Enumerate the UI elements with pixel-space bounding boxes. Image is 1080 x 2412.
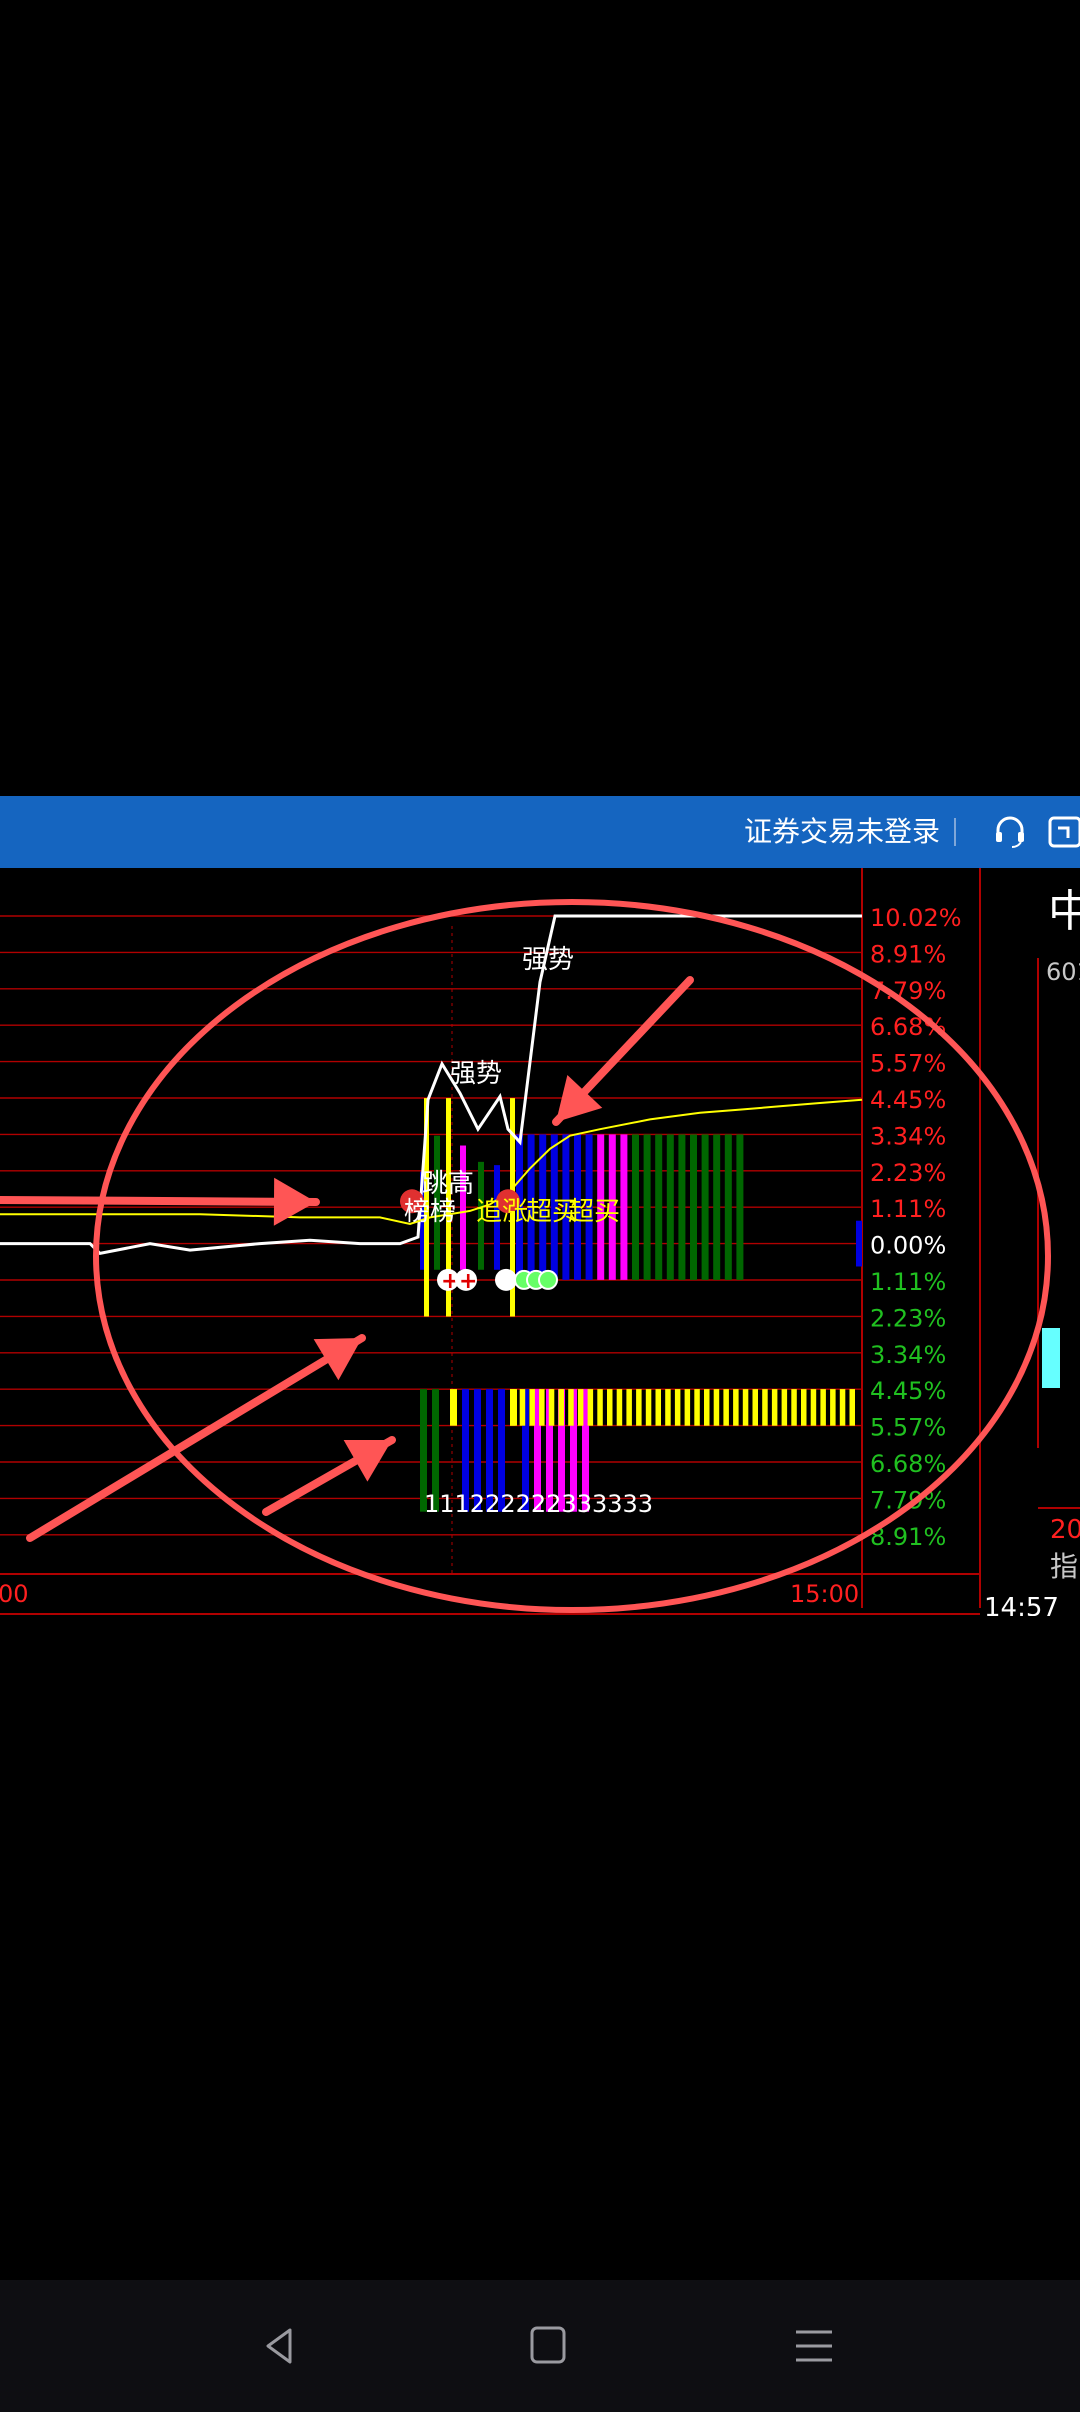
indicator-bar-yellow [704, 1389, 710, 1426]
indicator-bar-yellow [839, 1389, 846, 1426]
indicator-bar-yellow [655, 1389, 661, 1426]
headset-icon[interactable] [990, 812, 1030, 852]
axis-label-down: 1.11% [870, 1268, 946, 1296]
indicator-bar-yellow [694, 1389, 700, 1426]
indicator-bar-yellow [810, 1389, 817, 1426]
signal-bar [736, 1134, 744, 1280]
indicator-bar-yellow [548, 1389, 555, 1426]
indicator-bar-yellow [597, 1389, 603, 1426]
indicator-bar-yellow [616, 1389, 623, 1426]
indicator-bar-yellow [849, 1389, 855, 1426]
volume-bars [420, 1098, 862, 1512]
indicator-bar-yellow [781, 1389, 788, 1426]
menu-icon[interactable] [778, 2310, 850, 2382]
plus-marker-glyph: + [459, 1269, 477, 1294]
axis-label-up: 8.91% [870, 940, 946, 968]
indicator-bar-yellow [665, 1389, 671, 1426]
signal-bar [655, 1134, 663, 1280]
indicator-bar-yellow [645, 1389, 652, 1426]
login-status[interactable]: 证券交易未登录 [744, 810, 940, 854]
signal-bar [856, 1220, 862, 1267]
annotation-label: 强势 [450, 1059, 502, 1089]
axis-label-up: 4.45% [870, 1086, 946, 1114]
indicator-bar-yellow [568, 1389, 574, 1426]
header-divider [954, 818, 956, 846]
indicator-bar-yellow [636, 1389, 642, 1426]
signal-bar [643, 1134, 651, 1280]
signal-bar [460, 1145, 466, 1270]
indicator-bar-yellow [752, 1389, 758, 1426]
side-time: 14:57 [984, 1593, 1059, 1616]
axis-label-down: 2.23% [870, 1304, 946, 1332]
annotation-label: 追涨 [476, 1197, 528, 1227]
side-candle [1042, 1328, 1060, 1388]
arrow-up-right [26, 1334, 366, 1542]
stock-code: 601 [1046, 958, 1080, 986]
heart-marker [538, 1269, 558, 1290]
axis-label-down: 6.68% [870, 1450, 946, 1478]
indicator-bar-yellow [519, 1389, 526, 1426]
time-label-end: 15:00 [790, 1580, 859, 1608]
intraday-chart[interactable]: + + 10.02% 8.91% 7.79% 6.68% 5.57% 4.45% 3.34% 2… [0, 868, 1080, 1623]
indicator-bar-yellow [723, 1389, 729, 1426]
axis-label-down: 5.57% [870, 1414, 946, 1442]
indicator-bar-yellow [771, 1389, 778, 1426]
time-label-start: 00 [0, 1580, 29, 1608]
axis-label-up: 3.34% [870, 1122, 946, 1150]
indicator-bar-yellow [674, 1389, 681, 1426]
axis-label-up: 2.23% [870, 1159, 946, 1187]
indicator-bar-yellow [558, 1389, 564, 1426]
signal-bar [713, 1134, 721, 1280]
window-icon[interactable] [1046, 812, 1080, 852]
signal-bar [690, 1134, 697, 1280]
indicator-bar-yellow [791, 1389, 797, 1426]
axis-label-up: 10.02% [870, 904, 962, 932]
axis-label-down: 4.45% [870, 1377, 946, 1405]
axis-label-up: 1.11% [870, 1195, 946, 1223]
indicator-bar-yellow [684, 1389, 691, 1426]
side-value: 20 [1050, 1515, 1080, 1545]
home-icon[interactable] [512, 2310, 584, 2382]
axis-label-down: 3.34% [870, 1341, 946, 1369]
back-icon[interactable] [244, 2310, 316, 2382]
indicator-bar-yellow [713, 1389, 720, 1426]
axis-label-zero: 0.00% [870, 1232, 946, 1260]
signal-bar [666, 1134, 674, 1280]
side-label: 指 [1050, 1550, 1078, 1583]
axis-label-up: 7.79% [870, 977, 946, 1005]
signal-bar [678, 1134, 686, 1280]
stock-name-char: 中 [1048, 886, 1080, 937]
indicator-bar-yellow [626, 1389, 632, 1426]
indicator-bar-yellow [801, 1389, 807, 1426]
signal-bar [632, 1134, 639, 1280]
system-nav-bar [0, 2280, 1080, 2412]
signal-bar [620, 1134, 628, 1280]
annotation-label: 超买 [568, 1197, 620, 1227]
indicator-bar-yellow [607, 1389, 613, 1426]
arrow-right [0, 1196, 320, 1206]
signal-bar [701, 1134, 709, 1280]
indicator-bar-yellow [742, 1389, 749, 1426]
indicator-bar-yellow [529, 1389, 535, 1426]
annotation-label: 榜榜 [404, 1197, 456, 1227]
indicator-bar-yellow [539, 1389, 545, 1426]
bottom-digits: 111222222333333 [424, 1490, 653, 1518]
chart-svg: + + 10.02%8.91%7.79%6.68%5.57%4.45%3.34%2… [0, 868, 1080, 1623]
minus-marker [495, 1268, 517, 1291]
indicator-bar-yellow [762, 1389, 768, 1426]
indicator-bar-yellow [830, 1389, 836, 1426]
signal-bar [724, 1134, 732, 1280]
annotation-label: 强势 [522, 945, 574, 975]
axis-label-up: 5.57% [870, 1050, 946, 1078]
arrow-right-head [273, 1177, 316, 1226]
indicator-bar-yellow [587, 1389, 594, 1426]
side-panel: 中 601 20 指 14:57 [984, 886, 1080, 1623]
indicator-bar-yellow [820, 1389, 826, 1426]
indicator-bar-yellow [733, 1389, 739, 1426]
annotation-label: 跳高 [422, 1169, 474, 1199]
indicator-bar [450, 1389, 457, 1426]
indicator-bar-yellow [577, 1389, 584, 1426]
indicator-bar-yellow [510, 1389, 516, 1426]
app-header: 证券交易未登录 [0, 796, 1080, 868]
